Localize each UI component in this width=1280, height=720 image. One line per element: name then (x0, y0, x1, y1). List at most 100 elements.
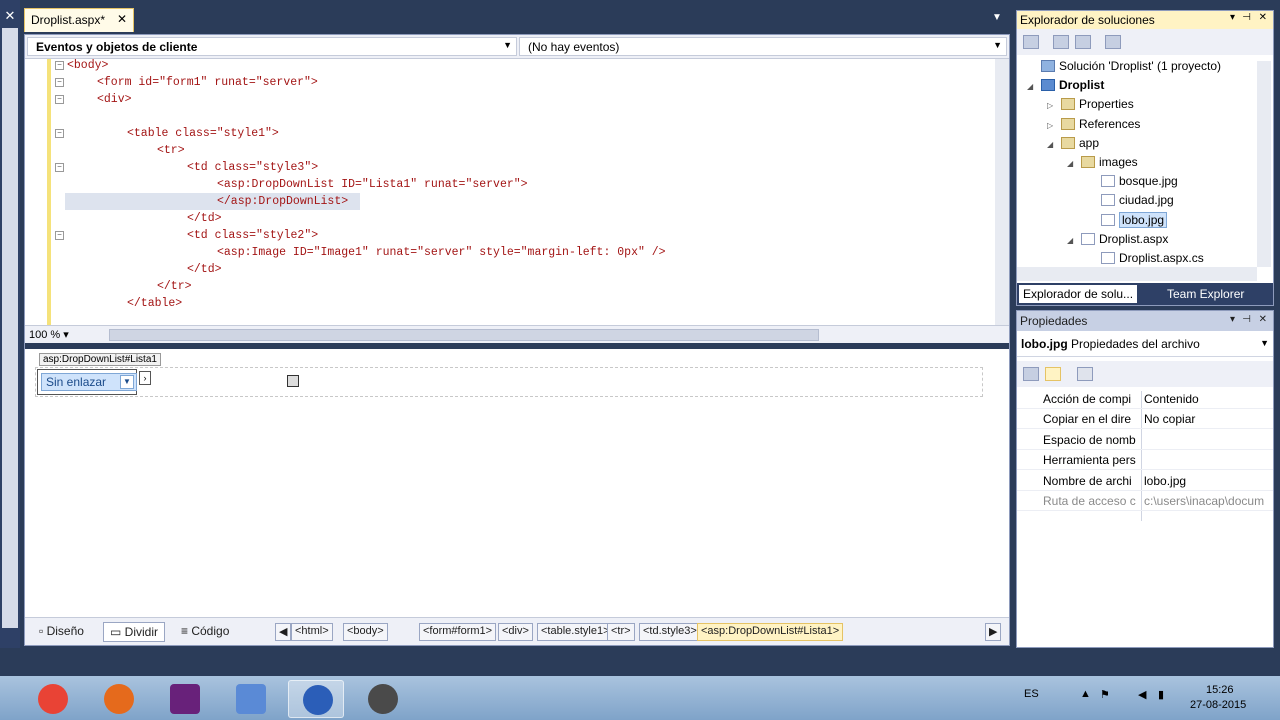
code-line[interactable]: <table class="style1"> (127, 125, 279, 142)
tab-solution-explorer[interactable]: Explorador de solu... (1019, 285, 1138, 303)
properties-object-selector[interactable]: lobo.jpg Propiedades del archivo ▼ (1017, 335, 1273, 357)
close-icon[interactable]: ✕ (1259, 12, 1267, 23)
code-line[interactable]: </asp:DropDownList> (217, 193, 348, 210)
design-vertical-scrollbar[interactable] (995, 349, 1009, 599)
tree-item[interactable]: ▷ Properties (1047, 97, 1134, 111)
document-tab[interactable]: Droplist.aspx* ✕ (24, 8, 134, 32)
smart-tag-icon[interactable]: › (139, 371, 151, 385)
code-editor[interactable]: <body> <form id="form1" runat="server"> <d… (25, 59, 995, 327)
design-surface[interactable]: asp:DropDownList#Lista1 Sin enlazar ▼ › (25, 349, 1009, 617)
expander-icon[interactable]: ◢ (1027, 82, 1041, 91)
taskbar-app-button[interactable] (288, 680, 344, 718)
property-row[interactable]: Nombre de archi lobo.jpg (1017, 471, 1273, 491)
refresh-icon[interactable] (1075, 35, 1091, 49)
pin-icon[interactable]: ⊣ (1242, 314, 1251, 325)
chevron-down-icon[interactable]: ▾ (1230, 12, 1235, 23)
fold-toggle-icon[interactable]: − (55, 78, 64, 87)
taskbar-app-button[interactable] (354, 680, 410, 718)
tree-item[interactable]: ▷ References (1047, 117, 1140, 131)
code-line[interactable]: </td> (187, 261, 222, 278)
pin-icon[interactable]: ⊣ (1242, 12, 1251, 23)
taskbar-app-button[interactable] (90, 680, 146, 718)
fold-toggle-icon[interactable]: − (55, 231, 64, 240)
network-icon[interactable]: ▮ (1158, 688, 1164, 701)
show-all-files-icon[interactable] (1023, 35, 1039, 49)
property-pages-icon[interactable] (1077, 367, 1093, 381)
code-line[interactable]: <form id="form1" runat="server"> (97, 74, 318, 91)
breadcrumb-item[interactable]: <asp:DropDownList#Lista1> (697, 623, 844, 641)
tree-item[interactable]: Solución 'Droplist' (1 proyecto) (1027, 59, 1221, 73)
solution-vertical-scrollbar[interactable] (1257, 61, 1271, 267)
expander-icon[interactable]: ▷ (1047, 121, 1061, 130)
breadcrumb-scroll-left-icon[interactable]: ◀ (275, 623, 292, 641)
image-placeholder-icon[interactable] (287, 375, 299, 387)
properties-icon[interactable] (1053, 35, 1069, 49)
language-indicator[interactable]: ES (1024, 688, 1039, 700)
tree-item[interactable]: ◢ Droplist (1027, 78, 1104, 92)
dropdownlist-control[interactable]: Sin enlazar ▼ (41, 373, 137, 391)
alphabetical-icon[interactable] (1045, 367, 1061, 381)
categorized-icon[interactable] (1023, 367, 1039, 381)
taskbar-app-button[interactable] (156, 680, 212, 718)
tree-item[interactable]: lobo.jpg (1087, 211, 1168, 228)
tab-dropdown-icon[interactable]: ▼ (992, 12, 1002, 23)
breadcrumb-item[interactable]: <tr> (607, 623, 635, 641)
property-row[interactable]: Acción de compi Contenido (1017, 389, 1273, 409)
code-line[interactable]: <div> (97, 91, 132, 108)
taskbar-app-button[interactable] (222, 680, 278, 718)
design-view-button[interactable]: ▫ Diseño (33, 622, 90, 642)
split-view-button[interactable]: ▭ Dividir (103, 622, 166, 642)
property-row[interactable]: Ruta de acceso c c:\users\inacap\docum (1017, 491, 1273, 511)
code-line[interactable]: <asp:DropDownList ID="Lista1" runat="ser… (217, 176, 528, 193)
code-line[interactable]: <asp:Image ID="Image1" runat="server" st… (217, 244, 666, 261)
client-objects-dropdown[interactable]: Eventos y objetos de cliente ▼ (27, 37, 517, 56)
solution-horizontal-scrollbar[interactable] (1017, 267, 1257, 281)
breadcrumb-item[interactable]: <html> (291, 623, 333, 641)
code-line[interactable]: </table> (127, 295, 182, 312)
chevron-down-icon[interactable]: ▾ (1230, 314, 1235, 325)
expander-icon[interactable]: ▷ (1047, 101, 1061, 110)
tray-up-icon[interactable]: ▲ (1080, 688, 1091, 700)
code-line[interactable]: </td> (187, 210, 222, 227)
close-icon[interactable]: ✕ (2, 8, 18, 24)
tree-item[interactable]: ◢ images (1067, 155, 1138, 169)
code-line[interactable]: </tr> (157, 278, 192, 295)
fold-toggle-icon[interactable]: − (55, 129, 64, 138)
zoom-level[interactable]: 100 % ▾ (29, 328, 69, 341)
close-tab-icon[interactable]: ✕ (117, 12, 127, 26)
code-view-button[interactable]: ≡ Código (175, 622, 235, 642)
property-row[interactable]: Espacio de nomb (1017, 430, 1273, 450)
code-vertical-scrollbar[interactable] (995, 59, 1009, 327)
property-value[interactable]: No copiar (1144, 412, 1272, 426)
tree-item[interactable]: ◢ app (1047, 136, 1099, 150)
expander-icon[interactable]: ◢ (1047, 140, 1061, 149)
property-value[interactable]: Contenido (1144, 392, 1272, 406)
horizontal-scrollbar[interactable] (109, 329, 819, 341)
breadcrumb-scroll-right-icon[interactable]: ▶ (985, 623, 1002, 641)
breadcrumb-item[interactable]: <div> (498, 623, 533, 641)
breadcrumb-item[interactable]: <td.style3> (639, 623, 701, 641)
clock-time[interactable]: 15:26 (1206, 684, 1234, 696)
breadcrumb-item[interactable]: <form#form1> (419, 623, 497, 641)
code-line[interactable]: <tr> (157, 142, 185, 159)
property-value[interactable]: lobo.jpg (1144, 474, 1272, 488)
code-line[interactable]: <body> (67, 57, 108, 74)
code-line[interactable]: <td class="style3"> (187, 159, 318, 176)
tree-item[interactable]: bosque.jpg (1087, 174, 1178, 188)
expander-icon[interactable]: ◢ (1067, 236, 1081, 245)
events-dropdown[interactable]: (No hay eventos) ▼ (519, 37, 1007, 56)
tree-item[interactable]: Droplist.aspx.cs (1087, 251, 1204, 265)
fold-toggle-icon[interactable]: − (55, 163, 64, 172)
volume-icon[interactable]: ◀ (1138, 688, 1146, 701)
clock-date[interactable]: 27-08-2015 (1190, 699, 1246, 711)
close-icon[interactable]: ✕ (1259, 314, 1267, 325)
tab-team-explorer[interactable]: Team Explorer (1163, 285, 1248, 303)
copy-website-icon[interactable] (1105, 35, 1121, 49)
tree-item[interactable]: ◢ Droplist.aspx (1067, 232, 1168, 246)
taskbar-app-button[interactable] (24, 680, 80, 718)
property-row[interactable]: Herramienta pers (1017, 450, 1273, 471)
tree-item[interactable]: ciudad.jpg (1087, 193, 1174, 207)
fold-toggle-icon[interactable]: − (55, 61, 64, 70)
property-value[interactable]: c:\users\inacap\docum (1144, 494, 1272, 508)
breadcrumb-item[interactable]: <table.style1> (537, 623, 614, 641)
